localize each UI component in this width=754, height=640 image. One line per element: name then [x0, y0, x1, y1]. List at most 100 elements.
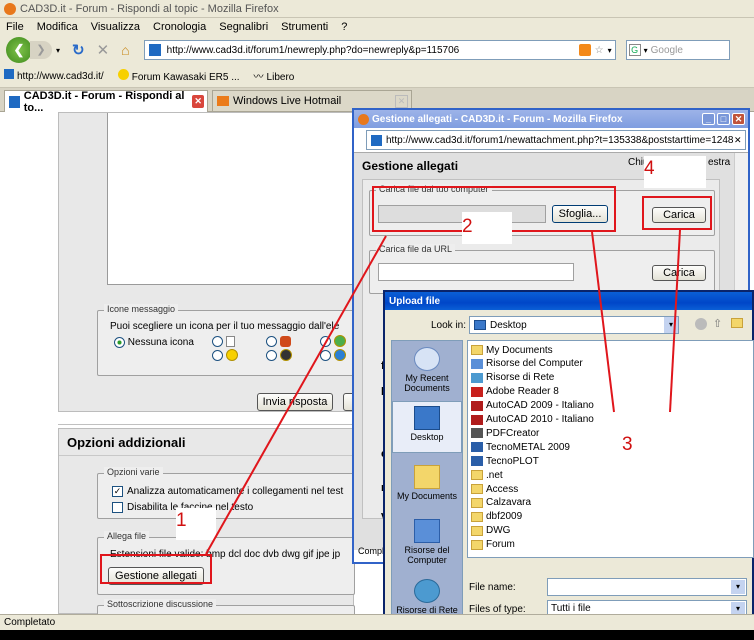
url-dropdown-icon[interactable]: ▾: [608, 46, 612, 55]
tab-close-icon[interactable]: ✕: [395, 94, 408, 108]
search-engine-dropdown-icon[interactable]: ▾: [644, 46, 648, 55]
no-icon-option[interactable]: Nessuna icona: [114, 337, 194, 348]
place-recent-documents[interactable]: My Recent Documents: [392, 347, 462, 393]
close-button[interactable]: ✕: [732, 113, 745, 125]
submit-reply-button[interactable]: Invia risposta: [257, 393, 333, 411]
up-folder-icon[interactable]: ⇧: [713, 317, 722, 330]
file-list-item-label: PDFCreator: [486, 427, 540, 439]
file-list-item[interactable]: Calzavara: [471, 496, 531, 510]
popup-url-text: http://www.cad3d.it/forum1/newattachment…: [386, 134, 734, 146]
maximize-button[interactable]: □: [717, 113, 730, 125]
site-favicon: [4, 69, 14, 79]
section-divider: [58, 424, 354, 425]
icon-option-2[interactable]: [212, 349, 239, 362]
popup-url-close-icon[interactable]: ✕: [734, 135, 745, 146]
file-name-input[interactable]: ▾: [547, 578, 747, 596]
history-dropdown-icon[interactable]: ▾: [56, 46, 60, 55]
annotation-number-1: 1: [176, 510, 187, 531]
place-desktop[interactable]: Desktop: [392, 401, 462, 453]
file-list-item[interactable]: AutoCAD 2009 - Italiano: [471, 399, 594, 413]
firefox-icon: [4, 2, 16, 15]
icon-option-6[interactable]: [320, 349, 347, 362]
message-textarea[interactable]: [107, 113, 355, 285]
star-icon[interactable]: ☆: [595, 45, 604, 56]
file-list-item[interactable]: Access: [471, 482, 518, 496]
place-network[interactable]: Risorse di Rete: [392, 579, 462, 615]
file-name-dropdown-icon[interactable]: ▾: [731, 580, 745, 594]
file-list-item[interactable]: Risorse di Rete: [471, 371, 554, 385]
bookmark-libero[interactable]: 〰 Libero: [254, 68, 295, 83]
option-parse-links[interactable]: ✓ Analizza automaticamente i collegamenti…: [112, 486, 343, 497]
bookmark-cad3d[interactable]: http://www.cad3d.it/: [4, 69, 104, 82]
no-icon-radio[interactable]: [114, 337, 125, 348]
taskbar-edge: [0, 630, 754, 640]
file-list-item[interactable]: PDFCreator: [471, 426, 539, 440]
subscription-legend: Sottoscrizione discussione: [104, 599, 217, 609]
stop-icon[interactable]: ✕: [97, 41, 110, 59]
tab-close-icon[interactable]: ✕: [192, 95, 204, 108]
tab-label: CAD3D.it - Forum - Rispondi al to...: [23, 89, 185, 114]
file-list-item[interactable]: Risorse del Computer: [471, 357, 583, 371]
file-list-item[interactable]: Forum: [471, 538, 515, 552]
cool-smiley-icon: [280, 349, 293, 362]
tab-cad3d[interactable]: CAD3D.it - Forum - Rispondi al to... ✕: [4, 89, 208, 114]
look-in-dropdown-icon[interactable]: ▾: [664, 317, 678, 333]
icon-radio[interactable]: [266, 349, 277, 361]
file-list-item[interactable]: Adobe Reader 8: [471, 385, 559, 399]
place-my-documents[interactable]: My Documents: [392, 465, 462, 501]
status-bar: Completato: [0, 614, 754, 630]
file-list-item[interactable]: .net: [471, 468, 503, 482]
popup-url-bar[interactable]: http://www.cad3d.it/forum1/newattachment…: [366, 130, 746, 150]
icon-option-3[interactable]: [266, 335, 292, 347]
menu-strumenti[interactable]: Strumenti: [281, 21, 328, 33]
upload-url-button[interactable]: Carica: [652, 265, 706, 281]
look-in-select[interactable]: Desktop ▾: [469, 316, 679, 334]
desktop-place-icon: [414, 406, 440, 430]
file-list-item[interactable]: My Documents: [471, 343, 553, 357]
annotation-box-upload: [642, 196, 712, 230]
menu-segnalibri[interactable]: Segnalibri: [219, 21, 268, 33]
file-list[interactable]: My Documents Risorse del Computer Risorse …: [467, 340, 754, 558]
icon-radio[interactable]: [320, 349, 331, 361]
new-folder-icon[interactable]: [731, 318, 743, 328]
menu-file[interactable]: File: [6, 21, 24, 33]
network-icon: [414, 579, 440, 603]
file-list-item[interactable]: TecnoPLOT: [471, 454, 539, 468]
menu-help[interactable]: ?: [341, 21, 347, 33]
menu-modifica[interactable]: Modifica: [37, 21, 78, 33]
parse-links-checkbox[interactable]: ✓: [112, 486, 123, 497]
disable-smilies-checkbox[interactable]: [112, 502, 123, 513]
reload-icon[interactable]: ↻: [72, 41, 85, 59]
popup-close-link-right[interactable]: estra: [708, 157, 730, 168]
file-list-item[interactable]: TecnoMETAL 2009: [471, 440, 570, 454]
icon-radio[interactable]: [320, 335, 331, 347]
icon-radio[interactable]: [212, 349, 223, 361]
computer-icon: [471, 358, 483, 369]
file-list-item[interactable]: AutoCAD 2010 - Italiano: [471, 413, 594, 427]
back-button[interactable]: ❮: [6, 37, 32, 63]
menu-visualizza[interactable]: Visualizza: [91, 21, 140, 33]
file-list-item[interactable]: DWG: [471, 524, 510, 538]
icon-option-5[interactable]: [320, 335, 347, 348]
icon-radio[interactable]: [212, 335, 223, 347]
url-input[interactable]: [378, 263, 574, 281]
minimize-button[interactable]: _: [702, 113, 715, 125]
menu-cronologia[interactable]: Cronologia: [153, 21, 206, 33]
upload-file-dialog: Upload file Look in: Desktop ▾ ⇧ My Rece…: [383, 290, 754, 626]
navigation-toolbar: ❮ ❯ ▾ ↻ ✕ ⌂ http://www.cad3d.it/forum1/n…: [0, 36, 754, 64]
home-icon[interactable]: ⌂: [121, 42, 129, 58]
computer-icon: [414, 519, 440, 543]
place-my-computer[interactable]: Risorse del Computer: [392, 519, 462, 565]
forward-button[interactable]: ❯: [30, 41, 52, 59]
file-list-item[interactable]: dbf2009: [471, 510, 522, 524]
icon-option-4[interactable]: [266, 349, 293, 362]
icon-option-1[interactable]: [212, 335, 236, 347]
rss-icon[interactable]: [578, 44, 591, 56]
bookmark-label: Libero: [266, 72, 295, 83]
url-bar[interactable]: http://www.cad3d.it/forum1/newreply.php?…: [143, 40, 616, 60]
icon-radio[interactable]: [266, 335, 277, 347]
back-nav-icon[interactable]: [695, 318, 707, 330]
upload-from-url-fieldset: Carica file da URL Carica: [369, 244, 715, 294]
bookmark-kawasaki[interactable]: Forum Kawasaki ER5 ...: [117, 68, 240, 83]
search-box[interactable]: G ▾ Google: [625, 40, 730, 60]
